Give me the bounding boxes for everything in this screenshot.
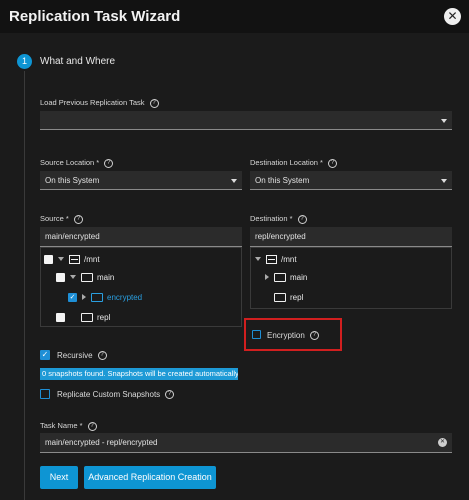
destination-location-select[interactable]: On this System — [250, 171, 452, 190]
clear-icon[interactable]: ✕ — [438, 438, 447, 447]
help-icon[interactable]: ? — [327, 158, 337, 168]
expand-icon[interactable] — [70, 275, 76, 279]
source-location-label: Source Location *? — [40, 158, 114, 168]
help-icon[interactable]: ? — [97, 351, 107, 361]
help-icon[interactable]: ? — [165, 390, 175, 400]
chevron-down-icon — [441, 179, 447, 183]
node-label: main — [97, 272, 115, 282]
node-label: main — [290, 272, 308, 282]
recursive-checkbox[interactable]: ✓ — [40, 350, 50, 360]
expand-icon[interactable] — [58, 257, 64, 261]
load-previous-label-text: Load Previous Replication Task — [40, 98, 145, 107]
load-previous-select[interactable] — [40, 111, 452, 130]
node-label: /mnt — [84, 254, 100, 264]
source-tree: /mnt main ✓ encrypted repl — [40, 247, 242, 327]
dialog-titlebar: Replication Task Wizard ✕ — [0, 0, 469, 33]
chevron-down-icon — [231, 179, 237, 183]
node-label: encrypted — [107, 292, 143, 302]
destination-input[interactable]: repl/encrypted — [250, 227, 452, 247]
folder-icon — [91, 292, 103, 302]
help-icon[interactable]: ? — [73, 214, 83, 224]
drive-icon — [69, 254, 80, 264]
help-icon[interactable]: ? — [149, 98, 159, 108]
folder-icon — [274, 292, 286, 302]
source-label: Source *? — [40, 214, 83, 224]
expand-icon[interactable] — [82, 294, 86, 300]
help-icon[interactable]: ? — [309, 331, 319, 341]
custom-snapshots-label-text: Replicate Custom Snapshots — [57, 390, 161, 399]
expand-icon[interactable] — [265, 274, 269, 280]
folder-icon — [274, 272, 286, 282]
destination-tree-node-repl[interactable]: repl — [274, 290, 303, 304]
checkbox[interactable] — [56, 312, 65, 322]
step-number-badge: 1 — [17, 54, 32, 69]
snapshots-notice: 0 snapshots found. Snapshots will be cre… — [40, 368, 238, 380]
source-input[interactable]: main/encrypted — [40, 227, 242, 247]
encryption-label: Encryption? — [267, 331, 319, 341]
source-location-label-text: Source Location * — [40, 158, 100, 167]
source-location-select[interactable]: On this System — [40, 171, 242, 190]
step-label: What and Where — [40, 56, 116, 67]
expand-icon[interactable] — [255, 257, 261, 261]
destination-location-value: On this System — [255, 176, 310, 185]
stepper-line — [24, 71, 25, 500]
folder-icon — [81, 272, 93, 282]
destination-tree-node-main[interactable]: main — [265, 270, 307, 284]
task-name-value: main/encrypted - repl/encrypted — [45, 438, 158, 447]
destination-tree-node-mnt[interactable]: /mnt — [255, 252, 297, 266]
source-tree-node-mnt[interactable]: /mnt — [44, 252, 100, 266]
close-icon[interactable]: ✕ — [444, 8, 461, 25]
destination-location-label-text: Destination Location * — [250, 158, 323, 167]
encryption-checkbox[interactable] — [252, 330, 261, 339]
node-label: repl — [97, 312, 111, 322]
source-input-value: main/encrypted — [45, 232, 100, 241]
next-button[interactable]: Next — [40, 466, 78, 489]
task-name-input[interactable]: main/encrypted - repl/encrypted ✕ — [40, 433, 452, 453]
custom-snapshots-checkbox[interactable] — [40, 389, 50, 399]
task-name-label: Task Name *? — [40, 421, 97, 431]
recursive-label: Recursive? — [57, 351, 107, 361]
load-previous-label: Load Previous Replication Task? — [40, 98, 159, 108]
checkbox[interactable] — [56, 272, 65, 282]
destination-label: Destination *? — [250, 214, 307, 224]
chevron-down-icon — [441, 119, 447, 123]
encryption-label-text: Encryption — [267, 331, 305, 340]
source-label-text: Source * — [40, 214, 69, 223]
node-label: repl — [290, 292, 304, 302]
help-icon[interactable]: ? — [104, 158, 114, 168]
destination-tree: /mnt main repl — [250, 247, 452, 309]
destination-input-value: repl/encrypted — [255, 232, 306, 241]
recursive-label-text: Recursive — [57, 351, 93, 360]
source-location-value: On this System — [45, 176, 100, 185]
advanced-replication-button[interactable]: Advanced Replication Creation — [84, 466, 216, 489]
destination-label-text: Destination * — [250, 214, 293, 223]
source-tree-node-main[interactable]: main — [56, 270, 114, 284]
help-icon[interactable]: ? — [87, 421, 97, 431]
source-tree-node-encrypted[interactable]: ✓ encrypted — [68, 290, 142, 304]
source-tree-node-repl[interactable]: repl — [56, 310, 110, 324]
help-icon[interactable]: ? — [297, 214, 307, 224]
task-name-label-text: Task Name * — [40, 421, 83, 430]
checkbox-checked[interactable]: ✓ — [68, 292, 77, 302]
dialog-title: Replication Task Wizard — [9, 8, 181, 25]
drive-icon — [266, 254, 277, 264]
folder-icon — [81, 312, 93, 322]
checkbox[interactable] — [44, 254, 53, 264]
custom-snapshots-label: Replicate Custom Snapshots? — [57, 390, 175, 400]
node-label: /mnt — [281, 254, 297, 264]
destination-location-label: Destination Location *? — [250, 158, 337, 168]
